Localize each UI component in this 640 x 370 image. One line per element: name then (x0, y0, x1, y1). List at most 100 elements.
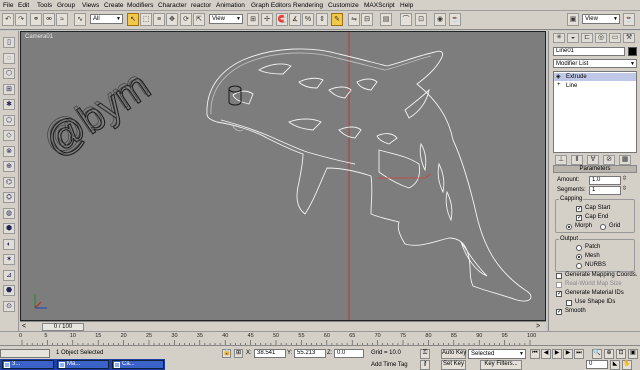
grid-radio[interactable] (600, 224, 606, 230)
taskbar-item[interactable]: Ma... (57, 360, 109, 369)
menu-graph-editors[interactable]: Graph Editors (251, 2, 291, 9)
menu-maxscript[interactable]: MAXScript (364, 2, 395, 9)
render-type-dropdown[interactable]: View ▼ (582, 14, 620, 24)
show-end-result-icon[interactable]: Ⅱ (571, 155, 583, 165)
spinner-icon[interactable]: ⇳ (622, 186, 627, 193)
menu-animation[interactable]: Animation (216, 2, 245, 9)
redo-icon[interactable]: ↷ (15, 13, 27, 26)
menu-edit[interactable]: Edit (18, 2, 29, 9)
tool-icon[interactable]: ⊿ (3, 270, 15, 281)
unlink-icon[interactable]: ⚮ (43, 13, 55, 26)
field-of-view-icon[interactable]: ◣ (610, 360, 620, 370)
utilities-tab-icon[interactable]: ⚒ (623, 33, 635, 43)
key-icon[interactable]: ⚷ (420, 360, 430, 370)
remove-modifier-icon[interactable]: ⊘ (603, 155, 615, 165)
named-selection-icon[interactable]: ✎ (331, 13, 343, 26)
hierarchy-tab-icon[interactable]: ⊏ (581, 33, 593, 43)
menu-tools[interactable]: Tools (37, 2, 52, 9)
object-name-field[interactable]: Line01 (553, 47, 625, 56)
undo-icon[interactable]: ↶ (2, 13, 14, 26)
pivot-icon[interactable]: ⊞ (247, 13, 259, 26)
tool-icon[interactable]: ⊞ (3, 84, 15, 95)
stack-item-extrude[interactable]: ◈ Extrude (554, 73, 636, 81)
next-frame-icon[interactable]: ▶ (563, 349, 573, 359)
modifier-list-dropdown[interactable]: Modifier List ▼ (553, 59, 637, 68)
taskbar-item[interactable]: Ca... (112, 360, 164, 369)
tool-icon[interactable]: ⊕ (3, 161, 15, 172)
mesh-radio[interactable] (576, 254, 582, 260)
angle-snap-icon[interactable]: ∡ (289, 13, 301, 26)
add-time-tag[interactable]: Add Time Tag (371, 362, 408, 369)
expand-plus-icon[interactable]: + (557, 82, 561, 88)
tool-icon[interactable]: ⛭ (3, 192, 15, 203)
gen-material-checkbox[interactable]: ✓ (556, 291, 562, 297)
play-icon[interactable]: ▶ (552, 349, 562, 359)
select-and-move-icon[interactable]: ✥ (166, 13, 178, 26)
tool-icon[interactable]: ✱ (3, 99, 15, 110)
tool-icon[interactable]: ◍ (3, 208, 15, 219)
next-frame-icon[interactable]: > (536, 323, 540, 330)
auto-key-button[interactable]: Auto Key (441, 349, 466, 359)
motion-tab-icon[interactable]: ◎ (595, 33, 607, 43)
smooth-checkbox[interactable]: ✓ (556, 309, 562, 315)
cap-start-checkbox[interactable]: ✓ (576, 206, 582, 212)
mirror-icon[interactable]: ⇋ (348, 13, 360, 26)
current-frame-input[interactable]: 0 (586, 360, 608, 369)
layer-manager-icon[interactable]: ▤ (380, 13, 392, 26)
display-tab-icon[interactable]: ▭ (609, 33, 621, 43)
morph-radio[interactable] (566, 224, 572, 230)
schematic-view-icon[interactable]: ⊡ (415, 13, 427, 26)
maxscript-listener[interactable] (0, 349, 50, 358)
snap-icon[interactable]: 🧲 (276, 13, 288, 26)
render-production-icon[interactable]: ☕ (623, 13, 635, 26)
tool-icon[interactable]: ⌬ (3, 177, 15, 188)
menu-character[interactable]: Character (158, 2, 187, 9)
parameters-rollout[interactable]: Parameters (553, 165, 637, 173)
tool-icon[interactable]: ⬢ (3, 223, 15, 234)
zoom-icon[interactable]: 🔍 (592, 349, 602, 359)
pin-stack-icon[interactable]: ⊥ (555, 155, 567, 165)
menu-group[interactable]: Group (57, 2, 75, 9)
lock-selection-icon[interactable]: 🔒 (222, 349, 231, 358)
tool-icon[interactable]: ⬠ (3, 115, 15, 126)
select-and-rotate-icon[interactable]: ⟳ (180, 13, 192, 26)
zoom-extents-all-icon[interactable]: ▣ (628, 349, 638, 359)
go-to-start-icon[interactable]: ⏮ (530, 349, 540, 359)
material-editor-icon[interactable]: ◉ (434, 13, 446, 26)
key-filters-button[interactable]: Key Filters... (480, 360, 522, 370)
stack-item-line[interactable]: + Line (554, 82, 636, 90)
spinner-icon[interactable]: ⇳ (622, 176, 627, 183)
tool-icon[interactable]: ◌ (3, 53, 15, 64)
gen-mapping-checkbox[interactable] (556, 273, 562, 279)
tool-icon[interactable]: ✶ (3, 254, 15, 265)
select-and-scale-icon[interactable]: ⇱ (193, 13, 205, 26)
track-bar[interactable]: 0 5 10 15 20 25 30 35 40 45 50 55 60 65 70 75 80 85 90 95 10… (0, 331, 640, 346)
menu-rendering[interactable]: Rendering (293, 2, 323, 9)
set-key-mode-icon[interactable]: ⚿ (420, 349, 430, 359)
object-color-swatch[interactable] (628, 47, 637, 56)
menu-modifiers[interactable]: Modifiers (127, 2, 153, 9)
curve-editor-icon[interactable]: ⌒ (400, 13, 412, 26)
bone-icon[interactable]: ∿ (74, 13, 86, 26)
tool-icon[interactable]: ⬡ (3, 68, 15, 79)
make-unique-icon[interactable]: ∀ (587, 155, 599, 165)
align-icon[interactable]: ⊟ (361, 13, 373, 26)
x-coordinate-input[interactable]: 38.541 (254, 349, 286, 358)
bind-space-warp-icon[interactable]: ≈ (56, 13, 68, 26)
tool-icon[interactable]: ⊗ (3, 146, 15, 157)
spinner-snap-icon[interactable]: ⇕ (316, 13, 328, 26)
y-coordinate-input[interactable]: 55.213 (294, 349, 326, 358)
selection-filter-dropdown[interactable]: All ▼ (90, 14, 123, 24)
key-set-dropdown[interactable]: Selected ▼ (468, 349, 526, 359)
menu-views[interactable]: Views (82, 2, 99, 9)
nurbs-radio[interactable] (576, 263, 582, 269)
taskbar-item[interactable]: 3... (2, 360, 54, 369)
menu-reactor[interactable]: reactor (191, 2, 211, 9)
menu-file[interactable]: File (3, 2, 13, 9)
patch-radio[interactable] (576, 245, 582, 251)
tool-icon[interactable]: ◇ (3, 130, 15, 141)
select-region-icon[interactable]: ⬚ (140, 13, 152, 26)
set-key-button[interactable]: Set Key (441, 360, 466, 370)
modify-tab-icon[interactable]: ◒ (567, 33, 579, 43)
create-tab-icon[interactable]: ✳ (553, 33, 565, 43)
